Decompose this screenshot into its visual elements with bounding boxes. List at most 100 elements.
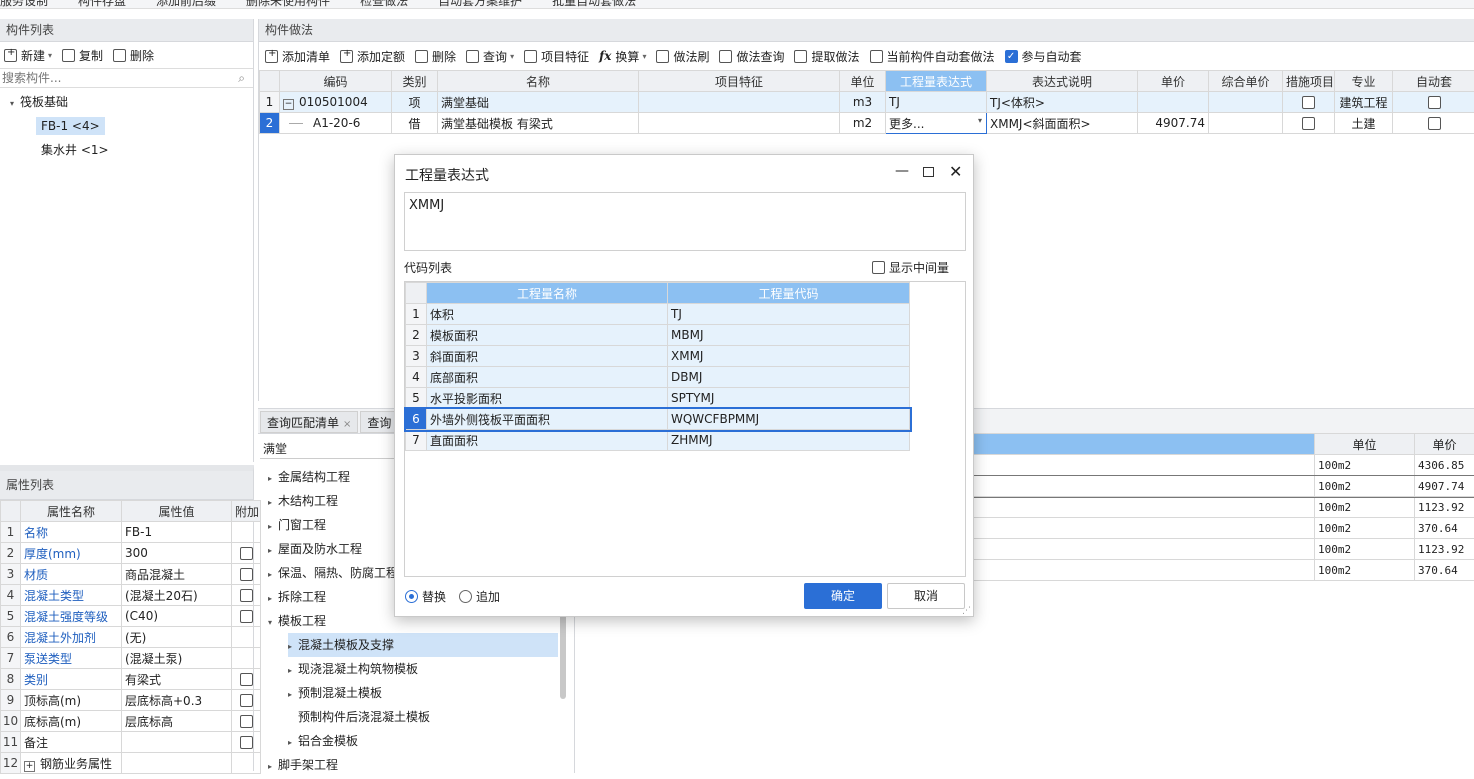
expand-icon[interactable]: ▸: [268, 539, 278, 563]
type-cell[interactable]: 项: [392, 92, 438, 113]
close-icon[interactable]: ✕: [949, 162, 962, 181]
append-radio[interactable]: 追加: [459, 588, 500, 605]
expr-desc-cell[interactable]: XMMJ<斜面面积>: [987, 113, 1138, 134]
code-row[interactable]: 4底部面积DBMJ: [406, 367, 910, 388]
method-toolbar-button[interactable]: 做法刷: [656, 48, 709, 65]
quantity-code-cell[interactable]: MBMJ: [668, 325, 910, 346]
extra-checkbox[interactable]: [240, 547, 253, 560]
property-row[interactable]: 12+钢筋业务属性: [1, 753, 261, 774]
radio-selected-icon[interactable]: [405, 590, 418, 603]
property-value[interactable]: 有梁式: [122, 669, 232, 690]
feature-cell[interactable]: [639, 92, 840, 113]
extra-checkbox[interactable]: [240, 673, 253, 686]
extra-checkbox[interactable]: [240, 589, 253, 602]
property-value[interactable]: (无): [122, 627, 232, 648]
query-tree-item[interactable]: ▸脚手架工程: [268, 753, 568, 777]
method-toolbar-button[interactable]: ✓参与自动套: [1005, 48, 1082, 65]
quantity-code-cell[interactable]: TJ: [668, 304, 910, 325]
code-cell[interactable]: −010501004: [280, 92, 392, 113]
maximize-icon[interactable]: [923, 167, 934, 177]
top-toolbar-item[interactable]: 批量自动套做法: [552, 0, 636, 9]
total-price-cell[interactable]: [1209, 92, 1283, 113]
quantity-code-cell[interactable]: XMMJ: [668, 346, 910, 367]
method-row[interactable]: 1−010501004项满堂基础m3TJTJ<体积>建筑工程: [260, 92, 1474, 113]
component-item[interactable]: FB-1 <4>: [36, 114, 253, 138]
method-toolbar-button[interactable]: 当前构件自动套做法: [870, 48, 995, 65]
auto-checkbox[interactable]: [1428, 96, 1441, 109]
measure-checkbox[interactable]: [1302, 117, 1315, 130]
method-toolbar-button[interactable]: 添加清单: [265, 48, 330, 65]
expand-icon[interactable]: ▸: [268, 563, 278, 587]
extra-checkbox[interactable]: [240, 694, 253, 707]
tab-query-list[interactable]: 查询匹配清单×: [260, 411, 358, 433]
extra-checkbox[interactable]: [240, 736, 253, 749]
expression-input[interactable]: XMMJ: [404, 192, 966, 251]
property-value[interactable]: FB-1: [122, 522, 232, 543]
code-row[interactable]: 1体积TJ: [406, 304, 910, 325]
auto-checkbox[interactable]: [1428, 117, 1441, 130]
copy-button[interactable]: 复制: [62, 47, 103, 64]
property-row[interactable]: 9顶标高(m)层底标高+0.3: [1, 690, 261, 711]
expression-cell[interactable]: 更多...▾: [886, 113, 987, 134]
quantity-name-cell[interactable]: 模板面积: [427, 325, 668, 346]
method-toolbar-button[interactable]: 添加定额: [340, 48, 405, 65]
expand-icon[interactable]: ▸: [268, 587, 278, 611]
query-tree-item[interactable]: ▸现浇混凝土构筑物模板: [288, 657, 568, 681]
property-value[interactable]: [122, 753, 232, 774]
extra-checkbox[interactable]: [240, 568, 253, 581]
name-cell[interactable]: 满堂基础: [438, 92, 639, 113]
component-search-input[interactable]: [0, 69, 220, 87]
unit-cell[interactable]: m3: [840, 92, 886, 113]
major-cell[interactable]: 建筑工程: [1335, 92, 1393, 113]
property-value[interactable]: (C40): [122, 606, 232, 627]
code-row[interactable]: 6外墙外侧筏板平面面积WQWCFBPMMJ: [406, 409, 910, 430]
query-tree-item[interactable]: ▸混凝土模板及支撑: [288, 633, 558, 657]
expand-icon[interactable]: ▸: [268, 515, 278, 539]
component-item[interactable]: 集水井 <1>: [36, 138, 253, 162]
ok-button[interactable]: 确定: [804, 583, 882, 609]
top-toolbar-item[interactable]: 构件存盘: [78, 0, 126, 9]
method-row[interactable]: 2A1-20-6借满堂基础模板 有梁式m2更多...▾XMMJ<斜面面积>490…: [260, 113, 1474, 134]
radio-icon[interactable]: [459, 590, 472, 603]
resize-grip-icon[interactable]: ⋰: [962, 606, 971, 616]
unit-cell[interactable]: m2: [840, 113, 886, 134]
expr-desc-cell[interactable]: TJ<体积>: [987, 92, 1138, 113]
quantity-name-cell[interactable]: 直面面积: [427, 430, 668, 451]
query-search-input[interactable]: 满堂: [260, 442, 287, 456]
collapse-icon[interactable]: −: [283, 99, 294, 110]
property-value[interactable]: [122, 732, 232, 753]
expand-icon[interactable]: ▾: [10, 92, 20, 116]
price-cell[interactable]: 4907.74: [1138, 113, 1209, 134]
top-toolbar-item[interactable]: 自动套方案维护: [438, 0, 522, 9]
top-toolbar-item[interactable]: 删除未使用构件: [246, 0, 330, 9]
property-row[interactable]: 5混凝土强度等级(C40): [1, 606, 261, 627]
property-value[interactable]: (混凝土泵): [122, 648, 232, 669]
property-row[interactable]: 7泵送类型(混凝土泵): [1, 648, 261, 669]
tree-scrollbar[interactable]: [560, 609, 566, 699]
quantity-code-cell[interactable]: SPTYMJ: [668, 388, 910, 409]
property-row[interactable]: 6混凝土外加剂(无): [1, 627, 261, 648]
quantity-name-cell[interactable]: 底部面积: [427, 367, 668, 388]
property-value[interactable]: 300: [122, 543, 232, 564]
query-tree-item[interactable]: 预制构件后浇混凝土模板: [288, 705, 568, 729]
code-row[interactable]: 2模板面积MBMJ: [406, 325, 910, 346]
search-icon[interactable]: ⌕: [238, 71, 245, 86]
quantity-code-cell[interactable]: ZHMMJ: [668, 430, 910, 451]
method-toolbar-button[interactable]: 项目特征: [524, 48, 589, 65]
quantity-name-cell[interactable]: 水平投影面积: [427, 388, 668, 409]
method-toolbar-button[interactable]: 提取做法: [794, 48, 859, 65]
new-button[interactable]: 新建▾: [4, 47, 52, 64]
cancel-button[interactable]: 取消: [887, 583, 965, 609]
extra-checkbox[interactable]: [240, 715, 253, 728]
checkbox-icon[interactable]: [872, 261, 885, 274]
expand-icon[interactable]: ▸: [288, 731, 298, 755]
delete-button[interactable]: 删除: [113, 47, 154, 64]
quantity-name-cell[interactable]: 体积: [427, 304, 668, 325]
price-cell[interactable]: [1138, 92, 1209, 113]
quantity-name-cell[interactable]: 斜面面积: [427, 346, 668, 367]
expand-icon[interactable]: +: [24, 761, 35, 772]
expression-cell[interactable]: TJ: [886, 92, 987, 113]
expand-icon[interactable]: ▸: [268, 491, 278, 515]
property-row[interactable]: 10底标高(m)层底标高: [1, 711, 261, 732]
property-row[interactable]: 8类别有梁式: [1, 669, 261, 690]
